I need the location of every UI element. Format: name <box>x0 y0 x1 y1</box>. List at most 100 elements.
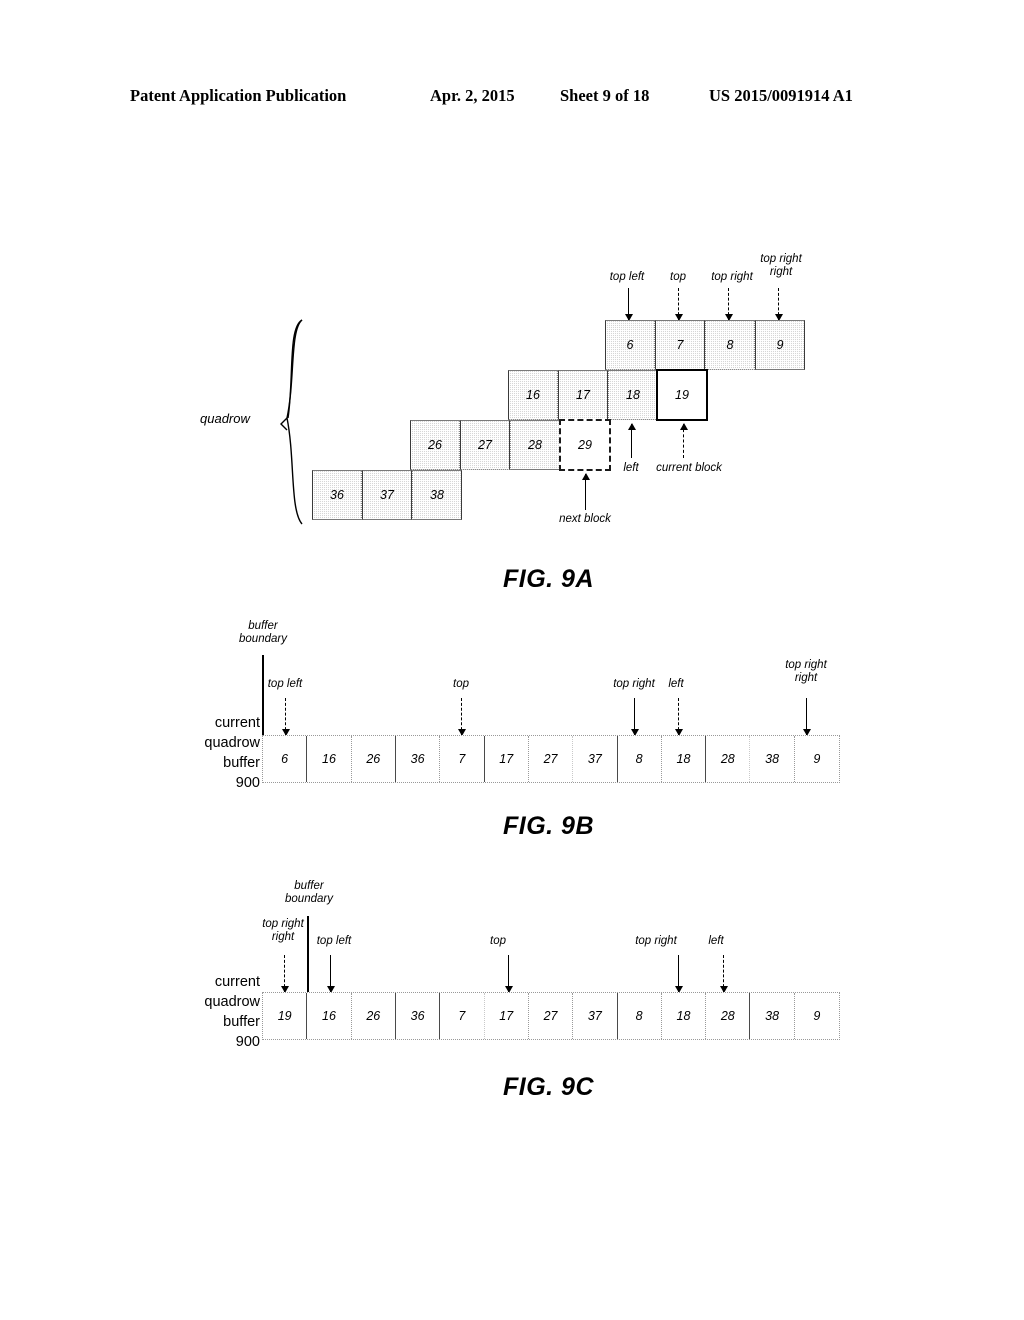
figure-9b-cell-4[interactable]: 7 <box>440 736 485 782</box>
buffer-label-line-1: current <box>214 715 260 731</box>
figure-9c-buffer-label-line-2: quadrow <box>204 994 260 1010</box>
buffer-label-line-3: buffer <box>223 755 260 771</box>
figure-9b-annotation-top: top <box>453 678 469 690</box>
figure-9b-buffer-boundary-label: buffer boundary <box>226 620 300 646</box>
figure-9c-boundary-label-line-2: boundary <box>285 893 333 905</box>
figure-9b-annotation-top-left: top left <box>267 678 303 690</box>
figure-9b-cell-6[interactable]: 27 <box>529 736 574 782</box>
block-19-current[interactable]: 19 <box>656 369 708 421</box>
figure-9c-buffer-table: 19 16 26 36 7 17 27 37 8 18 28 38 9 <box>262 992 840 1040</box>
annotation-label-top-right-right: top right right <box>744 253 818 279</box>
figure-9b-cell-2[interactable]: 26 <box>352 736 396 782</box>
annotation-label-current-block: current block <box>656 462 722 474</box>
block-29-next[interactable]: 29 <box>559 419 611 471</box>
block-36[interactable]: 36 <box>312 470 362 520</box>
figure-9c-buffer-boundary-label: buffer boundary <box>272 880 346 906</box>
figure-9b-cell-10[interactable]: 28 <box>706 736 751 782</box>
figure-9c-annotation-left: left <box>708 935 724 947</box>
annotation-label-trr-line2: right <box>769 266 793 278</box>
quadrow-label: quadrow <box>200 411 250 426</box>
figure-9c-cell-3[interactable]: 36 <box>396 993 441 1039</box>
figure-9b-annotation-top-right-right: top right right <box>769 659 843 685</box>
figure-9c-trr-line2: right <box>271 931 295 943</box>
block-18[interactable]: 18 <box>608 370 658 420</box>
block-6[interactable]: 6 <box>605 320 655 370</box>
figure-9c-buffer-label-line-4: 900 <box>235 1034 260 1050</box>
block-7[interactable]: 7 <box>655 320 705 370</box>
figure-9c-cell-0[interactable]: 19 <box>263 993 308 1039</box>
arrow-top-left <box>624 288 633 321</box>
buffer-label-line-4: 900 <box>235 775 260 791</box>
figure-9c-cell-10[interactable]: 28 <box>706 993 751 1039</box>
figure-9c-cell-8[interactable]: 8 <box>618 993 662 1039</box>
arrow-top-right <box>724 288 733 321</box>
arrow-left <box>627 423 636 458</box>
figure-9b-cell-5[interactable]: 17 <box>485 736 529 782</box>
figure-9b-caption: FIG. 9B <box>503 812 595 840</box>
figure-9c-caption: FIG. 9C <box>503 1073 595 1101</box>
figure-9b-cell-7[interactable]: 37 <box>573 736 618 782</box>
figure-9c-annotation-top: top <box>490 935 506 947</box>
figure-9c-cell-9[interactable]: 18 <box>662 993 707 1039</box>
block-8[interactable]: 8 <box>705 320 755 370</box>
arrow-top-right-right <box>774 288 783 321</box>
figure-9b-annotation-left: left <box>668 678 684 690</box>
figure-9c-arrow-top-left <box>326 955 335 993</box>
figure-9c-arrow-left <box>719 955 728 993</box>
arrow-current-block <box>679 423 688 458</box>
block-26[interactable]: 26 <box>410 420 460 470</box>
block-38[interactable]: 38 <box>412 470 462 520</box>
block-9[interactable]: 9 <box>755 320 805 370</box>
arrow-next-block <box>581 473 590 510</box>
figure-9c-cell-4[interactable]: 7 <box>440 993 485 1039</box>
figure-9c-arrow-top-right-right <box>280 955 289 993</box>
figure-9b-buffer-label: current quadrow buffer 900 <box>155 713 260 793</box>
figure-9b-cell-12[interactable]: 9 <box>795 736 839 782</box>
figure-9c-cell-7[interactable]: 37 <box>573 993 618 1039</box>
figure-9c-buffer-label-line-3: buffer <box>223 1014 260 1030</box>
figure-9b-cell-3[interactable]: 36 <box>396 736 441 782</box>
figure-9c-cell-6[interactable]: 27 <box>529 993 574 1039</box>
figure-9a-caption: FIG. 9A <box>503 565 595 593</box>
annotation-label-trr-line1: top right <box>760 253 802 265</box>
figure-9c-buffer-label-line-1: current <box>214 974 260 990</box>
figure-9c-annotation-top-left: top left <box>316 935 352 947</box>
figure-9b-arrow-top <box>457 698 466 736</box>
figure-9c-arrow-top-right <box>674 955 683 993</box>
figure-9b-arrow-top-right <box>630 698 639 736</box>
boundary-label-line-2: boundary <box>239 633 287 645</box>
figure-9b-arrow-top-right-right <box>802 698 811 736</box>
figure-9c-annotation-top-right: top right <box>635 935 677 947</box>
figure-9b-arrow-top-left <box>281 698 290 736</box>
figure-9c-cell-11[interactable]: 38 <box>750 993 795 1039</box>
figure-9b-buffer-table: 6 16 26 36 7 17 27 37 8 18 28 38 9 <box>262 735 840 783</box>
annotation-label-next-block: next block <box>559 513 611 525</box>
figure-9c-boundary-label-line-1: buffer <box>294 880 324 892</box>
block-17[interactable]: 17 <box>558 370 608 420</box>
figure-9c-cell-1[interactable]: 16 <box>307 993 352 1039</box>
figure-9b-cell-9[interactable]: 18 <box>662 736 707 782</box>
figure-9c-trr-line1: top right <box>262 918 304 930</box>
figure-9b-arrow-left <box>674 698 683 736</box>
quadrow-brace-icon <box>272 318 312 535</box>
figure-9b-cell-1[interactable]: 16 <box>307 736 352 782</box>
figure-9c-cell-2[interactable]: 26 <box>352 993 396 1039</box>
figure-9c-buffer-label: current quadrow buffer 900 <box>155 972 260 1052</box>
figure-9a: quadrow top left top top right top right… <box>0 0 1024 600</box>
figure-9b-cell-8[interactable]: 8 <box>618 736 662 782</box>
boundary-label-line-1: buffer <box>248 620 278 632</box>
figure-9b-cell-0[interactable]: 6 <box>263 736 308 782</box>
block-16[interactable]: 16 <box>508 370 558 420</box>
arrow-top <box>674 288 683 321</box>
figure-9b-trr-line2: right <box>794 672 818 684</box>
figure-9b-trr-line1: top right <box>785 659 827 671</box>
figure-9c-cell-12[interactable]: 9 <box>795 993 839 1039</box>
figure-9b-cell-11[interactable]: 38 <box>750 736 795 782</box>
block-27[interactable]: 27 <box>460 420 510 470</box>
figure-9c-arrow-top <box>504 955 513 993</box>
block-37[interactable]: 37 <box>362 470 412 520</box>
buffer-label-line-2: quadrow <box>204 735 260 751</box>
figure-9c-cell-5[interactable]: 17 <box>485 993 529 1039</box>
block-28[interactable]: 28 <box>510 420 560 470</box>
figure-9b-buffer-boundary-line <box>262 655 264 735</box>
